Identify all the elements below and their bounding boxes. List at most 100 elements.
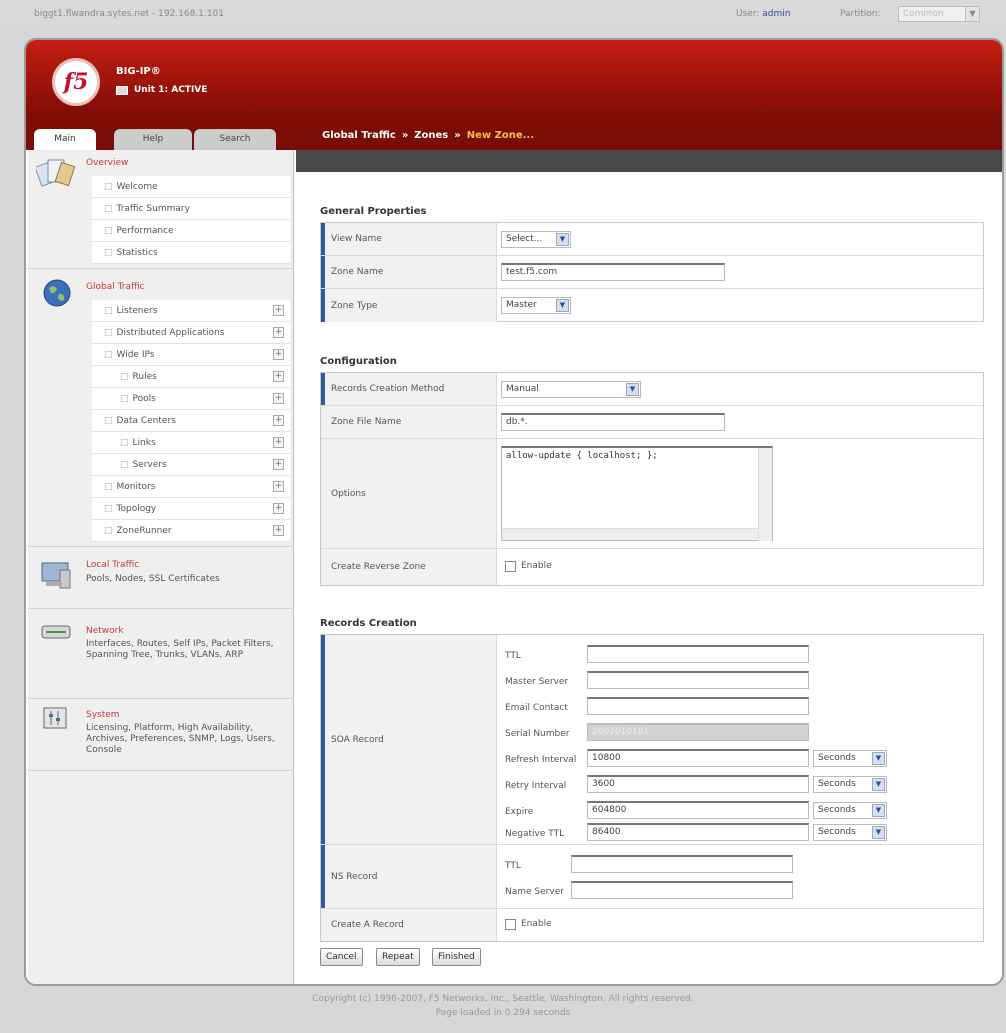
system-desc[interactable]: Licensing, Platform, High Availability, … xyxy=(86,723,286,756)
email-contact-input[interactable] xyxy=(587,697,809,715)
reverse-zone-checkbox[interactable] xyxy=(505,561,516,572)
nav-servers[interactable]: □ Servers + xyxy=(92,454,290,476)
divider xyxy=(28,608,294,609)
plus-icon[interactable]: + xyxy=(273,437,284,448)
nav-pools[interactable]: □ Pools + xyxy=(92,388,290,410)
user-indicator: User: admin xyxy=(736,9,790,19)
expire-input[interactable]: 604800 xyxy=(587,801,809,819)
main-frame: f5 BIG-IP® Unit 1: ACTIVE Main Help Sear… xyxy=(24,38,1004,986)
plus-icon[interactable]: + xyxy=(273,349,284,360)
options-row: Options allow-update { localhost; }; xyxy=(321,439,983,549)
options-value: allow-update { localhost; }; xyxy=(506,451,658,461)
ns-ttl-input[interactable] xyxy=(571,855,793,873)
general-properties-panel: View Name Select... ▼ Zone Name test.f5.c… xyxy=(320,222,984,322)
nav-label: ZoneRunner xyxy=(116,526,172,536)
overview-heading[interactable]: Overview xyxy=(86,158,128,168)
plus-icon[interactable]: + xyxy=(273,393,284,404)
tab-search[interactable]: Search xyxy=(194,129,276,150)
plus-icon[interactable]: + xyxy=(273,415,284,426)
zone-type-select[interactable]: Master ▼ xyxy=(501,297,571,314)
breadcrumb-separator: » xyxy=(454,130,461,141)
nav-distributed-applications[interactable]: □ Distributed Applications + xyxy=(92,322,290,344)
global-traffic-list: □ Listeners + □ Distributed Applications + □… xyxy=(92,300,290,542)
refresh-interval-input[interactable]: 10800 xyxy=(587,749,809,767)
divider xyxy=(28,546,294,547)
a-record-checkbox[interactable] xyxy=(505,919,516,930)
chevron-down-icon: ▼ xyxy=(872,804,885,817)
plus-icon[interactable]: + xyxy=(273,525,284,536)
records-method-select[interactable]: Manual ▼ xyxy=(501,381,641,398)
name-server-input[interactable] xyxy=(571,881,793,899)
view-name-row: View Name Select... ▼ xyxy=(321,223,983,256)
tab-main[interactable]: Main xyxy=(34,129,96,150)
plus-icon[interactable]: + xyxy=(273,327,284,338)
tab-help[interactable]: Help xyxy=(114,129,192,150)
zone-name-input[interactable]: test.f5.com xyxy=(501,263,725,281)
zone-name-label: Zone Name xyxy=(321,256,497,288)
breadcrumb-zones[interactable]: Zones xyxy=(414,130,448,141)
breadcrumb-global-traffic[interactable]: Global Traffic xyxy=(322,130,396,141)
retry-unit-select[interactable]: Seconds ▼ xyxy=(813,776,887,793)
nav-label: Wide IPs xyxy=(116,350,155,360)
refresh-unit-select[interactable]: Seconds ▼ xyxy=(813,750,887,767)
user-value[interactable]: admin xyxy=(762,9,790,19)
plus-icon[interactable]: + xyxy=(273,503,284,514)
plus-icon[interactable]: + xyxy=(273,481,284,492)
content-header-bar xyxy=(296,150,1002,172)
unit-value: Seconds xyxy=(818,779,856,789)
records-method-label: Records Creation Method xyxy=(321,373,497,405)
repeat-button[interactable]: Repeat xyxy=(376,948,420,966)
nav-wide-ips[interactable]: □ Wide IPs + xyxy=(92,344,290,366)
network-heading[interactable]: Network xyxy=(86,626,124,636)
system-heading[interactable]: System xyxy=(86,710,120,720)
name-server-label: Name Server xyxy=(505,887,564,897)
nav-listeners[interactable]: □ Listeners + xyxy=(92,300,290,322)
nav-performance[interactable]: □ Performance xyxy=(92,220,290,242)
nav-topology[interactable]: □ Topology + xyxy=(92,498,290,520)
ns-record-row: NS Record TTL Name Server xyxy=(321,845,983,909)
records-method-row: Records Creation Method Manual ▼ xyxy=(321,373,983,406)
soa-record-label: SOA Record xyxy=(321,635,497,844)
plus-icon[interactable]: + xyxy=(273,305,284,316)
plus-icon[interactable]: + xyxy=(273,459,284,470)
view-name-value: Select... xyxy=(506,234,543,244)
nav-data-centers[interactable]: □ Data Centers + xyxy=(92,410,290,432)
configuration-title: Configuration xyxy=(320,356,397,367)
nav-label: Servers xyxy=(132,460,167,470)
cancel-button[interactable]: Cancel xyxy=(320,948,363,966)
nav-rules[interactable]: □ Rules + xyxy=(92,366,290,388)
global-traffic-heading[interactable]: Global Traffic xyxy=(86,282,145,292)
local-traffic-heading[interactable]: Local Traffic xyxy=(86,560,139,570)
reverse-zone-enable-label: Enable xyxy=(521,561,552,571)
horizontal-scrollbar[interactable] xyxy=(502,528,758,540)
serial-number-label: Serial Number xyxy=(505,729,570,739)
nav-links[interactable]: □ Links + xyxy=(92,432,290,454)
system-icon xyxy=(43,707,67,729)
retry-interval-input[interactable]: 3600 xyxy=(587,775,809,793)
ttl-input[interactable] xyxy=(587,645,809,663)
serial-number-input: 2007010101 xyxy=(587,723,809,741)
network-desc[interactable]: Interfaces, Routes, Self IPs, Packet Fil… xyxy=(86,639,286,661)
configuration-panel: Records Creation Method Manual ▼ Zone Fil… xyxy=(320,372,984,586)
overview-icon xyxy=(36,159,76,187)
sidebar: Overview □ Welcome □ Traffic Summary □ Perf… xyxy=(28,150,294,984)
view-name-select[interactable]: Select... ▼ xyxy=(501,231,571,248)
finished-button[interactable]: Finished xyxy=(432,948,481,966)
options-textarea[interactable]: allow-update { localhost; }; xyxy=(501,446,773,541)
a-record-row: Create A Record Enable xyxy=(321,909,983,941)
plus-icon[interactable]: + xyxy=(273,371,284,382)
nav-zonerunner[interactable]: □ ZoneRunner + xyxy=(92,520,290,542)
zone-file-input[interactable]: db.*. xyxy=(501,413,725,431)
local-traffic-desc[interactable]: Pools, Nodes, SSL Certificates xyxy=(86,574,286,585)
master-server-input[interactable] xyxy=(587,671,809,689)
nav-welcome[interactable]: □ Welcome xyxy=(92,176,290,198)
nav-monitors[interactable]: □ Monitors + xyxy=(92,476,290,498)
nav-statistics[interactable]: □ Statistics xyxy=(92,242,290,264)
vertical-scrollbar[interactable] xyxy=(758,448,772,541)
expire-unit-select[interactable]: Seconds ▼ xyxy=(813,802,887,819)
partition-select[interactable]: Common ▼ xyxy=(898,6,980,22)
negative-ttl-input[interactable]: 86400 xyxy=(587,823,809,841)
negative-ttl-unit-select[interactable]: Seconds ▼ xyxy=(813,824,887,841)
zone-file-label: Zone File Name xyxy=(321,406,497,438)
nav-traffic-summary[interactable]: □ Traffic Summary xyxy=(92,198,290,220)
